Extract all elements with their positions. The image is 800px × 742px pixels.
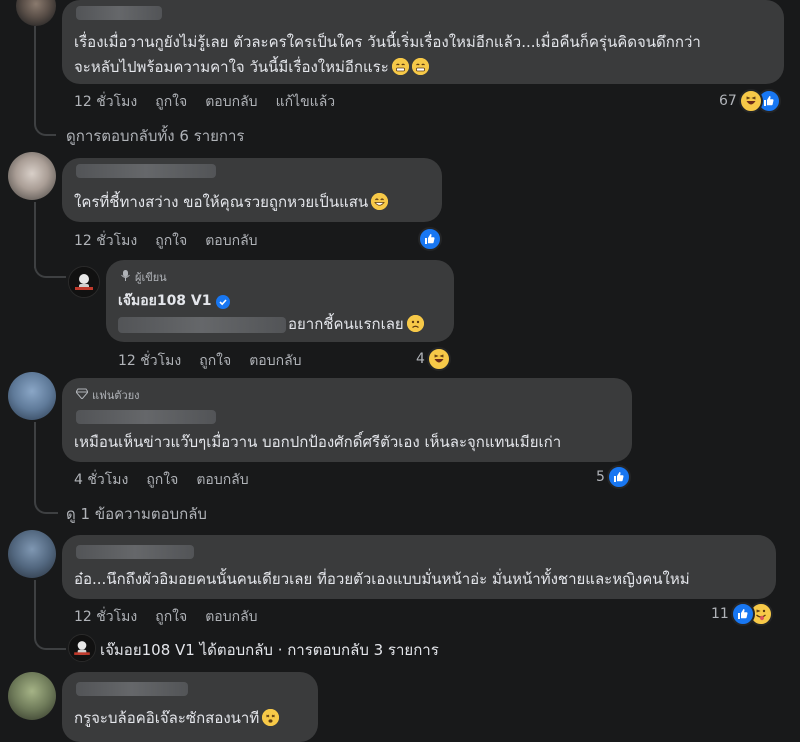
reaction-count: 11 [711, 606, 729, 622]
commenter-avatar[interactable] [8, 530, 56, 578]
comment-bubble: ใครที่ชี้ทางสว่าง ขอให้คุณรวยถูกหวยเป็นแ… [62, 158, 442, 222]
comment-bubble: อ๋อ...นึกถึงผัวอิมอยคนนั้นคนเดียวเลย ที่… [62, 535, 776, 599]
reply-thread-connector [34, 250, 66, 278]
author-name[interactable]: เจ๊มอย108 V1 [118, 293, 212, 309]
view-replies-link[interactable]: ดูการตอบกลับทั้ง 6 รายการ [66, 124, 245, 148]
reply-button[interactable]: ตอบกลับ [205, 606, 257, 628]
commenter-name-redacted[interactable] [76, 6, 162, 20]
comment-actions: 12 ชั่วโมง ถูกใจ ตอบกลับ แก้ไขแล้ว [74, 91, 335, 113]
comment-text-line1: เรื่องเมื่อวานกูยังไม่รู้เลย ตัวละครใครเ… [74, 33, 701, 51]
reaction-summary[interactable]: 4 [416, 347, 451, 371]
reaction-summary[interactable]: 5 [596, 465, 631, 489]
verified-badge-icon [215, 295, 230, 309]
reaction-count: 5 [596, 469, 605, 485]
commenter-name-redacted[interactable] [76, 545, 194, 559]
comment-actions: 12 ชั่วโมง ถูกใจ ตอบกลับ [74, 230, 258, 252]
comment-actions: 12 ชั่วโมง ถูกใจ ตอบกลับ [74, 606, 258, 628]
fan-badge-label: แฟนตัวยง [92, 389, 140, 402]
author-reply-actions: 12 ชั่วโมง ถูกใจ ตอบกลับ [118, 350, 302, 372]
worried-emoji [406, 315, 424, 332]
comment-bubble: แฟนตัวยง เหมือนเห็นข่าวแว๊บๆเมื่อวาน บอก… [62, 378, 632, 462]
comment-time[interactable]: 12 ชั่วโมง [74, 230, 137, 252]
like-reaction-icon [730, 602, 755, 626]
like-button[interactable]: ถูกใจ [155, 606, 187, 628]
comment-text: ใครที่ชี้ทางสว่าง ขอให้คุณรวยถูกหวยเป็นแ… [74, 192, 389, 212]
fan-badge: แฟนตัวยง [75, 386, 140, 404]
author-avatar[interactable] [68, 266, 100, 298]
like-reaction-icon [606, 465, 631, 489]
reaction-summary[interactable]: 11 [711, 602, 773, 626]
reply-button[interactable]: ตอบกลับ [249, 350, 301, 372]
grimace-emoji [411, 58, 429, 75]
reply-time[interactable]: 12 ชั่วโมง [118, 350, 181, 372]
like-button[interactable]: ถูกใจ [155, 230, 187, 252]
reaction-count: 4 [416, 351, 425, 367]
author-reply-bubble: ผู้เขียน เจ๊มอย108 V1 อยากชี้คนแรกเลย [106, 260, 454, 342]
reply-button[interactable]: ตอบกลับ [205, 230, 257, 252]
comment-bubble: กรูจะบล้อคอิเจ๊ละซักสองนาที [62, 672, 318, 742]
dizzy-face-emoji [262, 709, 280, 726]
view-replies-link[interactable]: ดู 1 ข้อความตอบกลับ [66, 502, 207, 526]
comment-actions: 4 ชั่วโมง ถูกใจ ตอบกลับ [74, 469, 249, 491]
commenter-avatar[interactable] [8, 152, 56, 200]
author-replied-summary[interactable]: เจ๊มอย108 V1 ได้ตอบกลับ · การตอบกลับ 3 ร… [100, 638, 439, 662]
commenter-name-redacted[interactable] [76, 682, 188, 696]
like-button[interactable]: ถูกใจ [155, 91, 187, 113]
comment-text: อ๋อ...นึกถึงผัวอิมอยคนนั้นคนเดียวเลย ที่… [74, 570, 690, 588]
diamond-icon [75, 388, 89, 402]
commenter-name-redacted[interactable] [76, 164, 216, 178]
author-badge: ผู้เขียน [120, 268, 167, 286]
reply-thread-connector [34, 580, 66, 650]
haha-reaction-icon [738, 89, 763, 113]
grimace-emoji [391, 58, 409, 75]
reaction-summary[interactable]: 67 [719, 89, 781, 113]
reply-thread-connector [34, 26, 56, 136]
comment-text: กรูจะบล้อคอิเจ๊ละซักสองนาที [74, 708, 280, 728]
comment-text-line2: จะหลับไปพร้อมความคาใจ วันนี้มีเรื่องใหม่… [74, 57, 429, 77]
comment-bubble: เรื่องเมื่อวานกูยังไม่รู้เลย ตัวละครใครเ… [62, 0, 784, 84]
reaction-summary[interactable] [418, 227, 442, 251]
author-avatar[interactable] [68, 634, 96, 662]
like-button[interactable]: ถูกใจ [199, 350, 231, 372]
haha-reaction-icon [426, 347, 451, 371]
reply-thread-connector [34, 422, 58, 514]
comment-text: เหมือนเห็นข่าวแว๊บๆเมื่อวาน บอกปกป้องศัก… [74, 433, 562, 451]
like-button[interactable]: ถูกใจ [146, 469, 178, 491]
author-badge-label: ผู้เขียน [135, 271, 167, 284]
commenter-name-redacted[interactable] [76, 410, 216, 424]
like-reaction-icon [418, 227, 442, 251]
reaction-count: 67 [719, 93, 737, 109]
comment-time[interactable]: 12 ชั่วโมง [74, 91, 137, 113]
commenter-avatar[interactable] [16, 0, 56, 26]
reply-button[interactable]: ตอบกลับ [196, 469, 248, 491]
redacted-mention [118, 317, 286, 333]
grinning-emoji [371, 193, 389, 210]
edited-label[interactable]: แก้ไขแล้ว [276, 91, 336, 113]
author-name-row[interactable]: เจ๊มอย108 V1 [118, 290, 230, 312]
commenter-avatar[interactable] [8, 372, 56, 420]
author-reply-text: อยากชี้คนแรกเลย [288, 314, 424, 334]
comment-time[interactable]: 4 ชั่วโมง [74, 469, 128, 491]
comment-time[interactable]: 12 ชั่วโมง [74, 606, 137, 628]
commenter-avatar[interactable] [8, 672, 56, 720]
microphone-icon [120, 270, 131, 284]
reply-button[interactable]: ตอบกลับ [205, 91, 257, 113]
